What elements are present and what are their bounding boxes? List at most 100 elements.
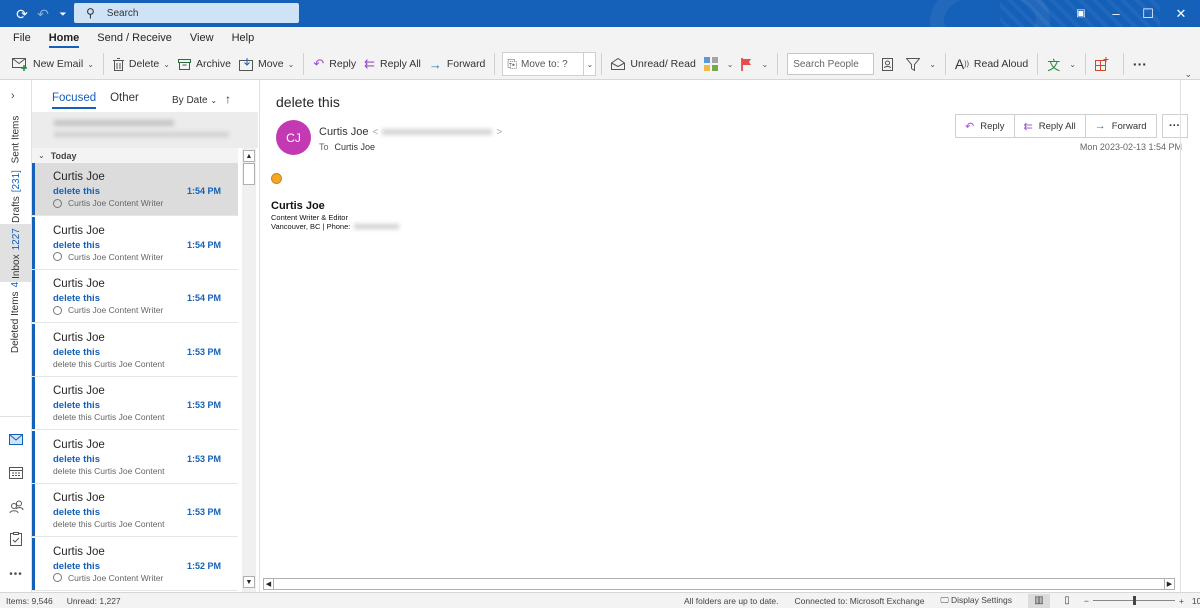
follow-up-button[interactable]: ⌄ xyxy=(737,52,772,76)
reply-button[interactable]: ↶ Reply xyxy=(309,52,360,76)
move-button[interactable]: Move ⌄ xyxy=(235,52,298,76)
message-list-item[interactable]: Curtis Joe delete this 1:53 PM delete this … xyxy=(32,323,238,377)
scroll-right-button[interactable]: ▶ xyxy=(1164,579,1174,589)
group-header-today[interactable]: ⌄ Today xyxy=(32,148,238,163)
blurred-text xyxy=(54,132,229,137)
folder-drafts[interactable]: Drafts [231] xyxy=(0,168,32,224)
zoom-out-button[interactable]: − xyxy=(1084,596,1089,606)
scroll-left-button[interactable]: ◀ xyxy=(264,579,274,589)
scroll-thumb[interactable] xyxy=(243,163,255,185)
chevron-down-icon[interactable]: ⌄ xyxy=(288,60,295,69)
message-list-item[interactable]: Curtis Joe delete this 1:54 PM Curtis Joe C… xyxy=(32,216,238,270)
minimize-button[interactable]: – xyxy=(1098,0,1134,27)
people-icon[interactable] xyxy=(8,498,24,514)
read-aloud-button[interactable]: A)) Read Aloud xyxy=(951,52,1032,76)
search-people-input[interactable]: Search People xyxy=(787,53,875,75)
new-email-button[interactable]: New Email ⌄ xyxy=(8,52,98,76)
menu-view[interactable]: View xyxy=(190,29,214,47)
normal-view-button[interactable]: ▥ xyxy=(1027,593,1050,608)
chevron-down-icon[interactable]: ⌄ xyxy=(163,60,170,69)
sort-by-dropdown[interactable]: By Date ⌄ xyxy=(172,95,217,106)
message-list-item[interactable]: Curtis Joe delete this 1:54 PM Curtis Joe C… xyxy=(32,270,238,323)
message-subject: delete this xyxy=(53,239,100,251)
zoom-slider[interactable] xyxy=(1092,594,1175,608)
expand-folder-pane-icon[interactable]: › xyxy=(11,90,15,102)
calendar-icon[interactable] xyxy=(8,464,24,480)
address-book-button[interactable] xyxy=(878,52,902,76)
quick-access-dropdown-icon[interactable]: ⏷ xyxy=(53,4,73,24)
reading-pane: delete this CJ Curtis Joe < > To Curtis J… xyxy=(260,80,1200,592)
avatar[interactable]: CJ xyxy=(276,120,311,155)
archive-button[interactable]: Archive xyxy=(174,52,235,76)
undo-icon[interactable]: ↶ xyxy=(33,4,53,24)
chevron-down-icon[interactable]: ⌄ xyxy=(87,60,94,69)
reading-view-button[interactable]: ▯ xyxy=(1056,594,1078,608)
message-preview: Curtis Joe Content Writer xyxy=(53,305,163,315)
chevron-down-icon[interactable]: ⌄ xyxy=(583,53,595,75)
maximize-button[interactable]: ☐ xyxy=(1130,0,1166,27)
sender[interactable]: Curtis Joe < > xyxy=(319,126,502,138)
reply-icon: ↶ xyxy=(965,120,975,133)
categorize-icon xyxy=(703,57,718,71)
zoom-in-button[interactable]: + xyxy=(1179,596,1184,606)
forward-button[interactable]: → Forward xyxy=(425,52,490,76)
more-commands-button[interactable]: ··· xyxy=(1129,52,1151,76)
message-list-item[interactable]: Curtis Joe delete this 1:52 PM Curtis Joe C… xyxy=(32,537,238,591)
message-list-item[interactable]: Curtis Joe delete this 1:53 PM delete this … xyxy=(32,377,238,430)
preview-text: Curtis Joe Content Writer xyxy=(68,305,164,315)
preview-text: Curtis Joe Content Writer xyxy=(68,198,164,208)
folder-sent-items[interactable]: Sent Items xyxy=(0,110,32,168)
collapse-ribbon-icon[interactable]: ⌄ xyxy=(1184,69,1192,80)
more-apps-icon[interactable]: ••• xyxy=(8,566,24,582)
sync-status: All folders are up to date. xyxy=(684,595,779,606)
scroll-down-button[interactable]: ▼ xyxy=(243,576,255,588)
menu-home[interactable]: Home xyxy=(48,29,79,48)
display-settings-button[interactable]: 🖵 Display Settings xyxy=(940,595,1012,606)
more-actions-button[interactable]: ··· xyxy=(1161,114,1188,138)
forward-button[interactable]: → Forward xyxy=(1084,114,1157,138)
reply-button[interactable]: ↶ Reply xyxy=(955,114,1015,138)
move-icon xyxy=(238,57,253,71)
message-list-item[interactable]: Curtis Joe delete this 1:53 PM delete this … xyxy=(32,430,238,484)
scroll-up-button[interactable]: ▲ xyxy=(243,150,255,162)
tasks-icon[interactable] xyxy=(8,531,24,547)
message-subject: delete this xyxy=(53,400,100,411)
filter-email-button[interactable]: ⌄ xyxy=(902,52,940,76)
new-email-label: New Email xyxy=(33,58,84,70)
coming-soon-icon[interactable]: ▣ xyxy=(1063,0,1099,27)
folder-count: [231] xyxy=(10,169,22,192)
unread-read-button[interactable]: Unread/ Read xyxy=(607,52,699,76)
reply-all-button[interactable]: ⇇ Reply All xyxy=(360,52,425,76)
recipient-name[interactable]: Curtis Joe xyxy=(335,142,376,152)
folder-deleted-items[interactable]: Deleted Items 4 xyxy=(0,281,32,352)
display-settings-icon: 🖵 xyxy=(940,595,949,605)
message-list-item[interactable]: Curtis Joe delete this 1:53 PM delete this … xyxy=(32,484,238,537)
translate-button[interactable]: 文 ⌄ xyxy=(1043,52,1080,76)
list-scrollbar[interactable]: ▲ ▼ xyxy=(242,148,256,592)
horizontal-scrollbar[interactable]: ◀ ▶ xyxy=(263,578,1175,590)
zoom-knob[interactable] xyxy=(1132,595,1136,605)
chevron-down-icon: ⌄ xyxy=(1069,59,1076,69)
move-to-dropdown[interactable]: ⎘ Move to: ? ⌄ xyxy=(502,52,597,76)
message-subject: delete this xyxy=(53,346,100,358)
menu-help[interactable]: Help xyxy=(232,29,255,47)
sync-icon[interactable]: ⟳ xyxy=(12,4,32,24)
sort-direction-icon[interactable]: ↑ xyxy=(225,92,231,106)
tab-other[interactable]: Other xyxy=(110,92,139,109)
add-ins-button[interactable] xyxy=(1091,52,1118,76)
preview-text: delete this Curtis Joe Content xyxy=(53,358,165,369)
message-sender: Curtis Joe xyxy=(53,545,105,558)
menu-send-receive[interactable]: Send / Receive xyxy=(97,29,172,47)
reply-all-button[interactable]: ⇇ Reply All xyxy=(1013,114,1086,138)
other-messages-banner[interactable] xyxy=(32,112,258,148)
folder-inbox[interactable]: Inbox 1227 xyxy=(0,224,32,282)
menu-file[interactable]: File xyxy=(13,29,31,47)
chevron-down-icon: ⌄ xyxy=(929,59,936,69)
mail-icon[interactable] xyxy=(8,431,24,447)
message-list-item[interactable]: Curtis Joe delete this 1:54 PM Curtis Joe C… xyxy=(32,163,238,216)
search-input[interactable]: ⚲ Search xyxy=(74,3,299,23)
close-button[interactable]: ✕ xyxy=(1163,0,1199,27)
delete-button[interactable]: Delete ⌄ xyxy=(109,52,174,76)
tab-focused[interactable]: Focused xyxy=(52,92,97,109)
categorize-button[interactable]: ⌄ xyxy=(700,52,738,76)
